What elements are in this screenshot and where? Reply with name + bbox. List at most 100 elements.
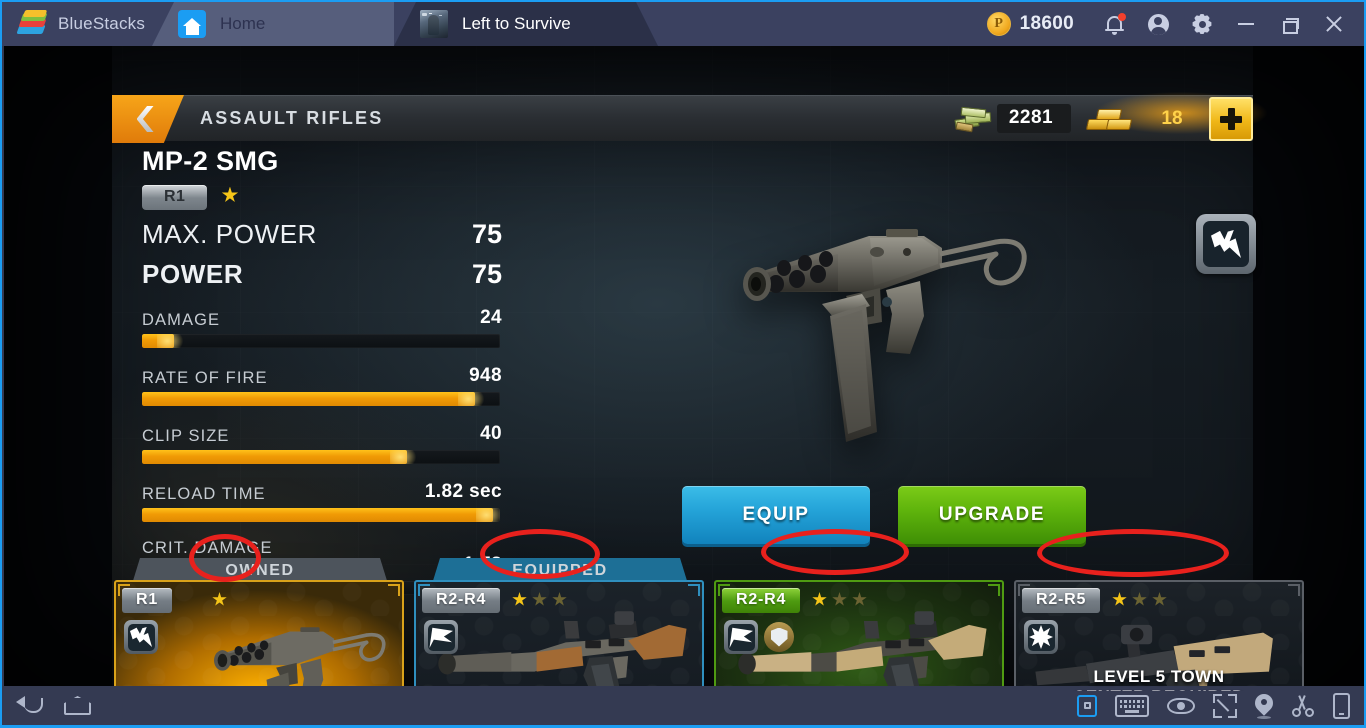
power-value: 75: [471, 259, 502, 289]
weapon-type-badge: [1196, 214, 1256, 274]
stat-bar: [142, 450, 500, 464]
smg-bolt-icon: [1211, 230, 1241, 258]
card-rank-badge: R2-R5: [1022, 588, 1101, 613]
eye-icon[interactable]: [1167, 697, 1195, 714]
home-icon: [178, 10, 206, 38]
star-icon: [212, 592, 227, 606]
weapon-card-row: OWNED R1 EQUIPPED R2-R4 R2-R4 R2-R5 LEVEL 5 TO…: [114, 558, 1304, 691]
tab-game-label: Left to Survive: [462, 14, 571, 33]
card-frame: R2-R5 LEVEL 5 TOWNCENTER REQUIRED: [1014, 580, 1304, 691]
game-viewport: ASSAULT RIFLES 2281 18 MP-2 SMG R1 MAX. …: [4, 46, 1364, 691]
settings-gear-icon[interactable]: [1180, 2, 1224, 46]
card-badges: [124, 620, 158, 654]
shrink-icon[interactable]: [1213, 693, 1237, 718]
card-star-rating: [812, 592, 867, 607]
bluestacks-window: BlueStacks Home Left to Survive P 18600: [0, 0, 1366, 728]
max-power-label: MAX. POWER: [142, 219, 318, 249]
weapon-rank-badge: R1: [142, 185, 208, 210]
star-icon: [1112, 592, 1127, 606]
max-power-value: 75: [471, 219, 502, 249]
scissors-icon[interactable]: [1291, 694, 1315, 717]
weapon-rank-row: R1: [142, 185, 502, 210]
stat-value: 1.82 sec: [424, 481, 502, 502]
points-indicator[interactable]: P 18600: [986, 12, 1074, 36]
bluestacks-brand: BlueStacks: [2, 2, 152, 46]
tab-home[interactable]: Home: [152, 2, 416, 46]
stat-bar: [142, 334, 500, 348]
tab-left-to-survive[interactable]: Left to Survive: [394, 2, 658, 46]
card-frame: R1: [114, 580, 404, 691]
chevron-left-icon: [136, 106, 154, 132]
weapon-card[interactable]: OWNED R1: [114, 558, 404, 691]
maximize-icon[interactable]: [1268, 2, 1312, 46]
flag-icon: [724, 620, 758, 654]
gold-bars-icon: [1085, 104, 1137, 134]
stat-label: RATE OF FIRE: [142, 368, 268, 387]
gold-indicator[interactable]: 18: [1085, 90, 1271, 141]
page-title: ASSAULT RIFLES: [200, 108, 384, 128]
stat-value: 24: [480, 307, 502, 328]
star-icon: [512, 592, 527, 606]
stat-bar: [142, 508, 500, 522]
stat-row: RATE OF FIRE 948: [142, 365, 502, 406]
left-rail: [4, 46, 112, 691]
gold-value: 18: [1161, 107, 1183, 129]
back-icon[interactable]: [16, 695, 43, 716]
card-badges: [424, 620, 458, 654]
power-row: POWER 75: [142, 259, 502, 290]
stat-label: DAMAGE: [142, 310, 221, 329]
game-app-icon: [420, 10, 448, 38]
smg-bolt-icon: [124, 620, 158, 654]
star-icon: [812, 592, 827, 606]
stat-value: 40: [480, 423, 502, 444]
stat-bar: [142, 392, 500, 406]
star-icon: [852, 592, 867, 606]
weapon-name: MP-2 SMG: [142, 146, 279, 176]
cash-stack-icon: [953, 104, 997, 134]
upgrade-button[interactable]: UPGRADE: [898, 486, 1086, 544]
titlebar-controls: P 18600: [986, 2, 1364, 46]
weapon-card[interactable]: EQUIPPED R2-R4: [414, 558, 704, 691]
cash-value: 2281: [997, 104, 1071, 133]
card-lock-text: LEVEL 5 TOWNCENTER REQUIRED: [1073, 666, 1244, 691]
weapon-card[interactable]: R2-R4: [714, 558, 1004, 691]
close-icon[interactable]: [1312, 2, 1356, 46]
currency-area: 2281 18: [953, 90, 1271, 142]
card-rank-badge: R2-R4: [422, 588, 501, 613]
shield-icon: [764, 622, 794, 652]
stat-row: CLIP SIZE 40: [142, 423, 502, 464]
stat-label: CLIP SIZE: [142, 426, 230, 445]
card-star-rating: [512, 592, 567, 607]
points-value: 18600: [1019, 13, 1074, 34]
card-frame: R2-R4: [714, 580, 1004, 691]
stat-value: 948: [469, 365, 502, 386]
power-label: POWER: [142, 259, 244, 289]
cash-indicator[interactable]: 2281: [953, 104, 1071, 134]
account-avatar-icon[interactable]: [1136, 2, 1180, 46]
minimize-icon[interactable]: [1224, 2, 1268, 46]
weapon-card[interactable]: R2-R5 LEVEL 5 TOWNCENTER REQUIRED: [1014, 558, 1304, 691]
card-star-rating: [1112, 592, 1167, 607]
titlebar: BlueStacks Home Left to Survive P 18600: [2, 2, 1364, 46]
max-power-row: MAX. POWER 75: [142, 219, 502, 250]
home-icon[interactable]: [64, 696, 91, 715]
card-badges: [724, 620, 794, 654]
star-icon: [532, 592, 547, 606]
back-button[interactable]: [112, 95, 184, 143]
location-pin-icon[interactable]: [1251, 689, 1277, 719]
star-icon: [1132, 592, 1147, 606]
stat-row: DAMAGE 24: [142, 307, 502, 348]
burst-icon: [1024, 620, 1058, 654]
rotate-device-icon[interactable]: [1333, 692, 1350, 719]
equip-button[interactable]: EQUIP: [682, 486, 870, 544]
card-frame: R2-R4: [414, 580, 704, 691]
fullscreen-toggle-icon[interactable]: [1077, 694, 1097, 717]
weapon-star-rating: [221, 186, 239, 209]
brand-label: BlueStacks: [58, 14, 146, 33]
notifications-bell-icon[interactable]: [1092, 2, 1136, 46]
star-icon: [1152, 592, 1167, 606]
star-icon: [552, 592, 567, 606]
keyboard-controls-icon[interactable]: [1115, 694, 1149, 717]
add-gold-button[interactable]: [1209, 96, 1253, 141]
stat-label: RELOAD TIME: [142, 484, 266, 503]
